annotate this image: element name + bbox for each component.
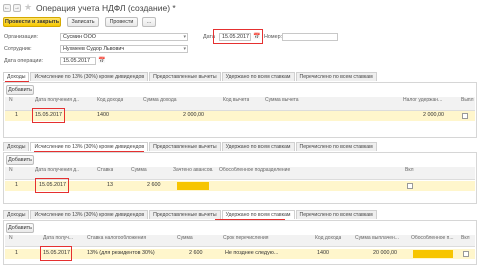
- row-tax-withheld: 2 000,00: [423, 112, 444, 118]
- col-rate: Ставка: [97, 167, 114, 173]
- table-row[interactable]: 1 15.05.2017 13% (для резидентов 30%) 2 …: [5, 249, 475, 259]
- col-deduction-sum: Сумма вычета: [265, 97, 299, 103]
- income-table-header: N Дата получения д... Код дохода Сумма д…: [5, 97, 475, 111]
- tab-withheld[interactable]: Удержано по всем ставкам: [221, 142, 295, 151]
- row-n: 1: [15, 112, 18, 118]
- col-n: N: [9, 235, 13, 241]
- row-rate: 13: [107, 182, 113, 188]
- row-income-code: 1400: [97, 112, 109, 118]
- row-checkbox[interactable]: [407, 183, 413, 189]
- col-deadline: Срок перечисления: [223, 235, 269, 241]
- tab-transferred[interactable]: Перечислено по всем ставкам: [295, 142, 377, 151]
- tabs-section-2: Доходы Исчисление по 13% (30%) кроме диви…: [3, 142, 477, 151]
- save-button[interactable]: Записать: [67, 17, 99, 27]
- advances-cell[interactable]: [177, 182, 209, 190]
- col-date: Дата получения д...: [35, 97, 79, 103]
- col-income-sum: Сумма дохода: [143, 97, 177, 103]
- tab-income[interactable]: Доходы: [3, 142, 30, 151]
- operation-date-field[interactable]: 15.05.2017: [60, 57, 96, 65]
- organization-field[interactable]: Сусмин ООО: [60, 33, 188, 41]
- col-sum: Сумма: [177, 235, 193, 241]
- col-date: Дата получения д...: [35, 167, 79, 173]
- row-n: 1: [15, 250, 18, 256]
- organization-label: Организация:: [4, 34, 39, 40]
- calendar-icon[interactable]: 📅: [98, 57, 105, 64]
- row-checkbox[interactable]: [463, 251, 469, 257]
- date-highlight: [35, 178, 69, 193]
- date-highlight: [32, 108, 65, 123]
- withheld-table-header: N Дата получ... Ставка налогообложения С…: [5, 235, 475, 247]
- tab-calculation[interactable]: Исчисление по 13% (30%) кроме дивидендов: [30, 210, 149, 219]
- row-paid-sum: 20 000,00: [373, 250, 397, 256]
- tab-withheld[interactable]: Удержано по всем ставкам: [221, 210, 295, 219]
- calculation-table-header: N Дата получения д... Ставка Сумма Зачте…: [5, 167, 475, 180]
- operation-date-label: Дата операции:: [4, 58, 43, 64]
- number-label: Номер:: [264, 34, 283, 40]
- col-income-code: Код дохода: [97, 97, 124, 103]
- tab-transferred[interactable]: Перечислено по всем ставкам: [295, 210, 377, 219]
- more-button[interactable]: ...: [142, 17, 156, 27]
- tabs-section-3: Доходы Исчисление по 13% (30%) кроме диви…: [3, 210, 477, 219]
- col-n: N: [9, 167, 13, 173]
- col-division: Обособленное подразделение: [219, 167, 291, 173]
- col-division: Обособленное п...: [411, 235, 454, 241]
- col-date: Дата получ...: [43, 235, 74, 241]
- date-highlight: [213, 29, 263, 44]
- col-include: Вкл: [461, 235, 470, 241]
- col-paid-sum: Сумма выплачен...: [355, 235, 399, 241]
- favorite-star-icon[interactable]: ★: [24, 3, 32, 12]
- col-paid: Выпл: [461, 97, 474, 103]
- col-sum: Сумма: [131, 167, 147, 173]
- tab-income[interactable]: Доходы: [3, 72, 30, 81]
- post-and-close-button[interactable]: Провести и закрыть: [3, 17, 61, 27]
- add-button[interactable]: Добавить: [6, 85, 34, 95]
- back-icon[interactable]: ←: [3, 4, 11, 12]
- tabs-section-1: Доходы Исчисление по 13% (30%) кроме диви…: [3, 72, 477, 81]
- add-button[interactable]: Добавить: [6, 223, 34, 233]
- row-sum: 2 600: [147, 182, 161, 188]
- col-advances: Зачтено авансов...: [173, 167, 213, 173]
- row-n: 1: [15, 182, 18, 188]
- row-rate: 13% (для резидентов 30%): [87, 250, 155, 256]
- row-sum: 2 600: [189, 250, 203, 256]
- window-title: Операция учета НДФЛ (создание) *: [36, 3, 176, 13]
- employee-label: Сотрудник:: [4, 46, 32, 52]
- tab-deductions[interactable]: Предоставленные вычеты: [149, 210, 221, 219]
- col-income-code: Код дохода: [315, 235, 342, 241]
- col-include: Вкл: [405, 167, 414, 173]
- date-highlight: [40, 246, 72, 261]
- row-income-code: 1400: [317, 250, 329, 256]
- tab-calculation[interactable]: Исчисление по 13% (30%) кроме дивидендов: [30, 72, 149, 81]
- row-deadline: Не позднее следую...: [225, 250, 279, 256]
- tab-calculation[interactable]: Исчисление по 13% (30%) кроме дивидендов: [30, 142, 149, 151]
- row-checkbox[interactable]: [462, 113, 468, 119]
- post-button[interactable]: Провести: [105, 17, 138, 27]
- col-rate: Ставка налогообложения: [87, 235, 147, 241]
- tab-deductions[interactable]: Предоставленные вычеты: [149, 72, 221, 81]
- employee-field[interactable]: Нухмеев Судор Львович: [60, 45, 188, 53]
- number-field[interactable]: [282, 33, 338, 41]
- tab-income[interactable]: Доходы: [3, 210, 30, 219]
- tab-transferred[interactable]: Перечислено по всем ставкам: [295, 72, 377, 81]
- col-deduction-code: Код вычета: [223, 97, 250, 103]
- table-row[interactable]: 1 15.05.2017 13 2 600: [5, 181, 475, 191]
- tab-withheld[interactable]: Удержано по всем ставкам: [221, 72, 295, 81]
- title-bar: ← → ★ Операция учета НДФЛ (создание) *: [0, 0, 480, 16]
- tab-deductions[interactable]: Предоставленные вычеты: [149, 142, 221, 151]
- col-n: N: [9, 97, 13, 103]
- table-row[interactable]: 1 15.05.2017 1400 2 000,00 2 000,00: [5, 111, 475, 121]
- row-income-sum: 2 000,00: [183, 112, 204, 118]
- forward-icon[interactable]: →: [13, 4, 21, 12]
- col-tax-withheld: Налог удержан...: [403, 97, 443, 103]
- division-cell[interactable]: [413, 250, 453, 258]
- add-button[interactable]: Добавить: [6, 155, 34, 165]
